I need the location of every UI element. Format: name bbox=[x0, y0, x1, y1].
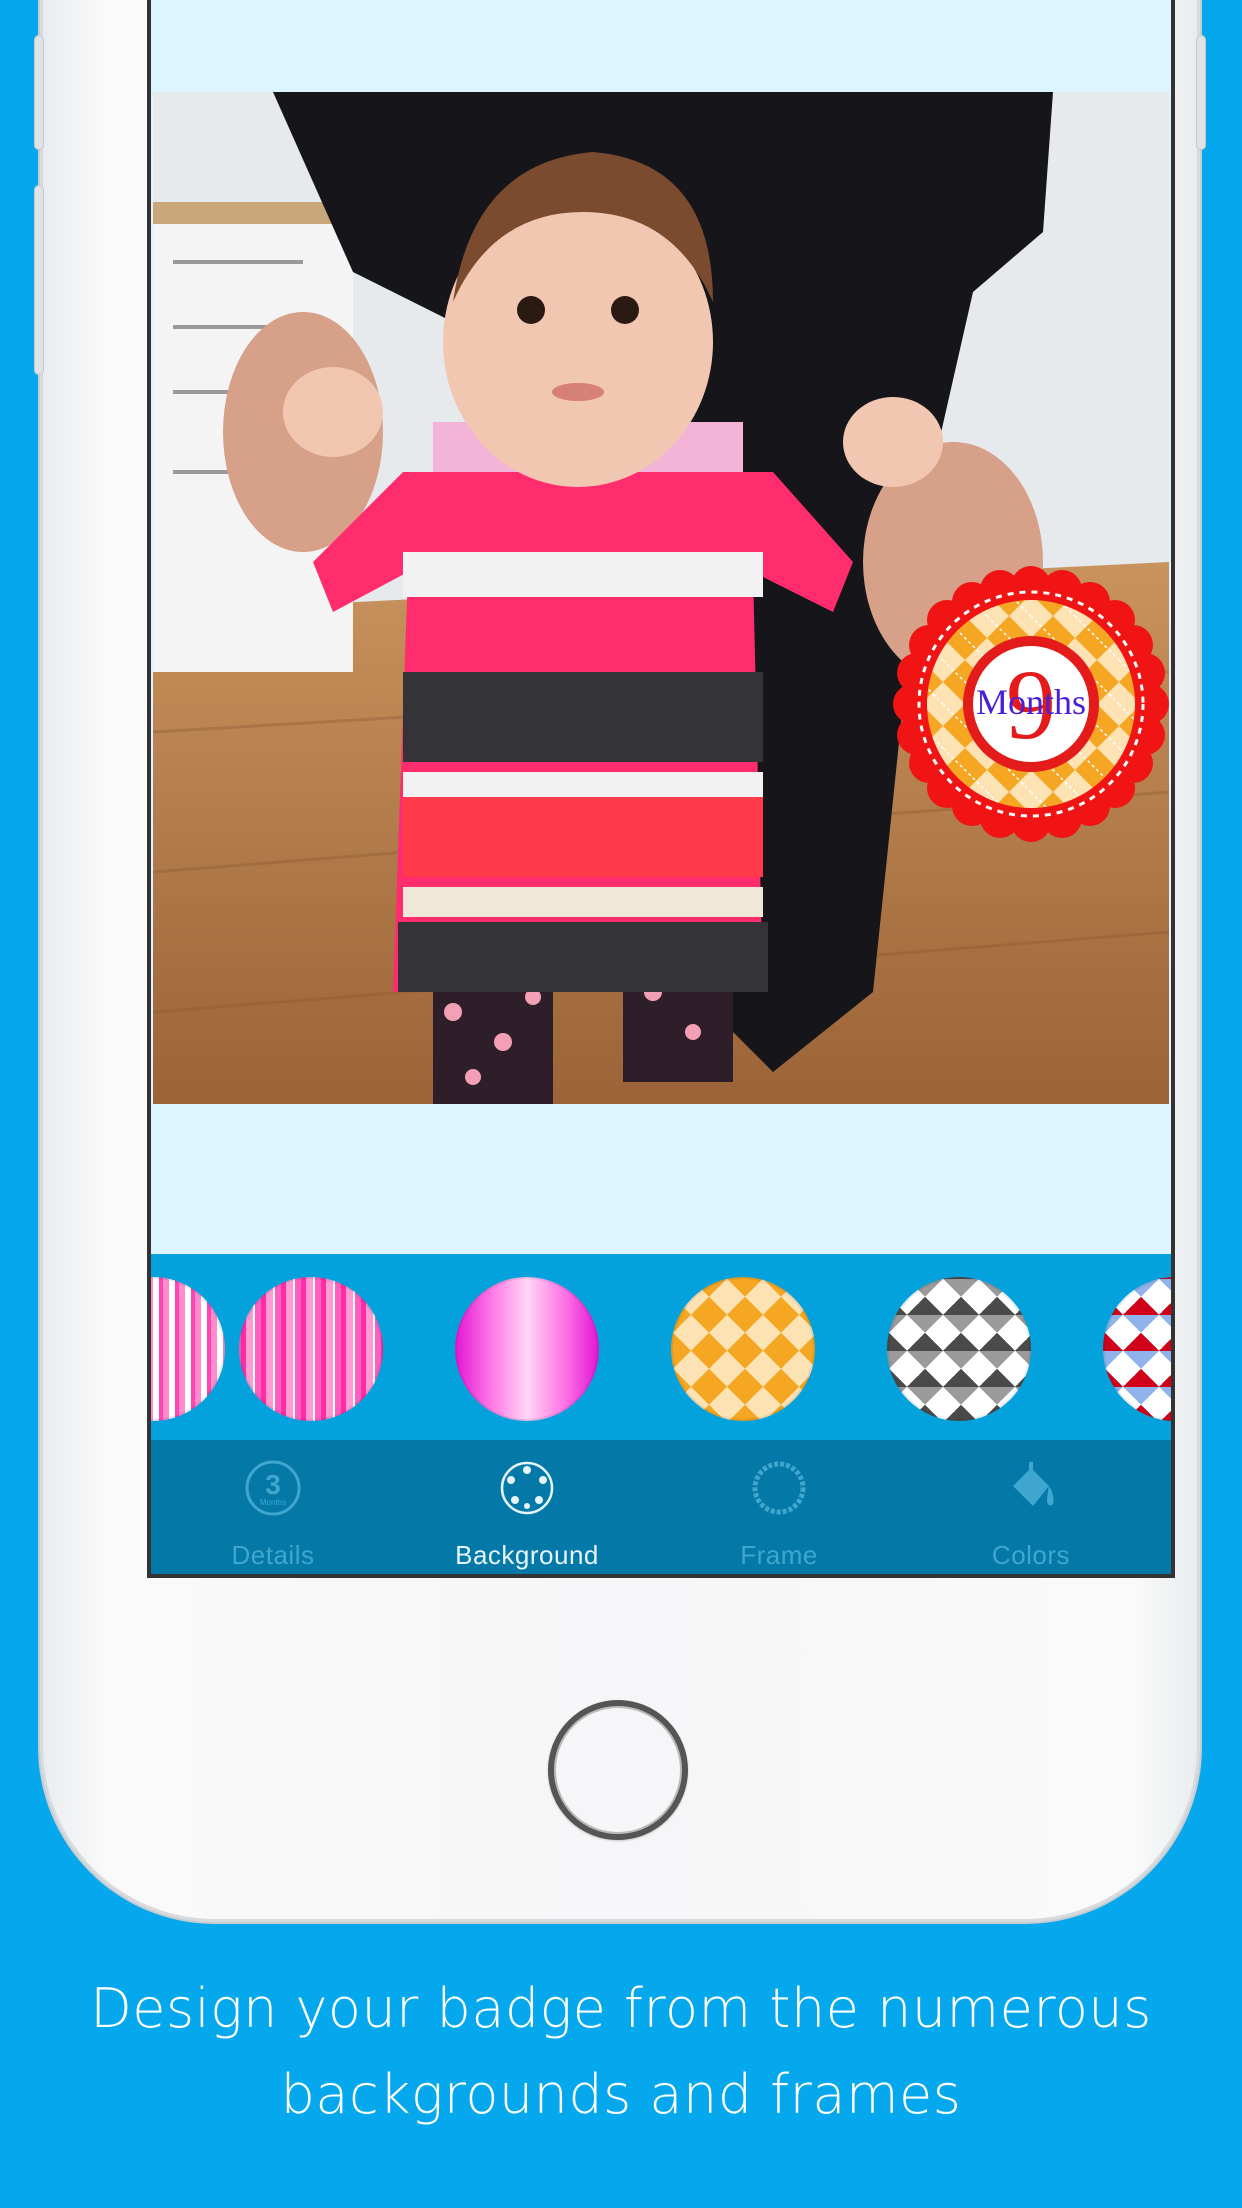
volume-up-button bbox=[34, 185, 44, 375]
scalloped-ring-icon bbox=[752, 1461, 806, 1515]
details-icon-number: 3 bbox=[265, 1469, 281, 1500]
tab-details[interactable]: 3 Months Details bbox=[173, 1440, 373, 1574]
photo-illustration: 9 Months bbox=[153, 92, 1169, 1104]
star-circle-icon bbox=[500, 1461, 554, 1515]
background-swatch-orange-argyle[interactable] bbox=[671, 1277, 815, 1421]
tab-background-label: Background bbox=[455, 1540, 599, 1570]
background-swatch-pink-stripes-partial[interactable] bbox=[151, 1277, 225, 1421]
badge-label: Months bbox=[976, 682, 1086, 722]
phone-frame: 9 Months 3 Months Details Background Fra… bbox=[34, 0, 1206, 1922]
canvas-bottom-margin bbox=[151, 1104, 1171, 1254]
months-badge[interactable]: 9 Months bbox=[893, 566, 1169, 842]
tab-details-label: Details bbox=[231, 1540, 315, 1570]
badge-3-months-icon: 3 Months bbox=[245, 1460, 301, 1516]
background-swatch-pink-stripes[interactable] bbox=[239, 1277, 383, 1421]
details-icon-label: Months bbox=[260, 1498, 286, 1507]
tab-colors-label: Colors bbox=[991, 1540, 1071, 1570]
tab-colors[interactable]: Colors bbox=[931, 1440, 1131, 1574]
baby-photo[interactable]: 9 Months bbox=[153, 92, 1169, 1104]
power-button bbox=[1196, 35, 1206, 150]
caption-line-1: Design your badge from the numerous bbox=[90, 1977, 1152, 2040]
tab-frame[interactable]: Frame bbox=[679, 1440, 879, 1574]
device-screen: 9 Months 3 Months Details Background Fra… bbox=[147, 0, 1175, 1578]
background-swatch-red-blue-argyle[interactable] bbox=[1103, 1277, 1171, 1421]
background-picker[interactable] bbox=[151, 1254, 1171, 1440]
tab-frame-label: Frame bbox=[740, 1540, 818, 1570]
tab-background[interactable]: Background bbox=[427, 1440, 627, 1574]
marketing-caption: Design your badge from the numerous back… bbox=[0, 1966, 1242, 2138]
home-button[interactable] bbox=[548, 1700, 688, 1840]
background-swatch-gray-argyle[interactable] bbox=[887, 1277, 1031, 1421]
background-swatch-magenta-gradient[interactable] bbox=[455, 1277, 599, 1421]
canvas-top-margin bbox=[151, 0, 1171, 92]
paint-bucket-icon bbox=[1013, 1462, 1054, 1506]
mute-switch bbox=[34, 35, 44, 150]
app-screen: 9 Months 3 Months Details Background Fra… bbox=[151, 0, 1171, 1574]
caption-line-2: backgrounds and frames bbox=[280, 2063, 962, 2126]
tab-bar: 3 Months Details Background Frame Colors bbox=[151, 1440, 1171, 1574]
